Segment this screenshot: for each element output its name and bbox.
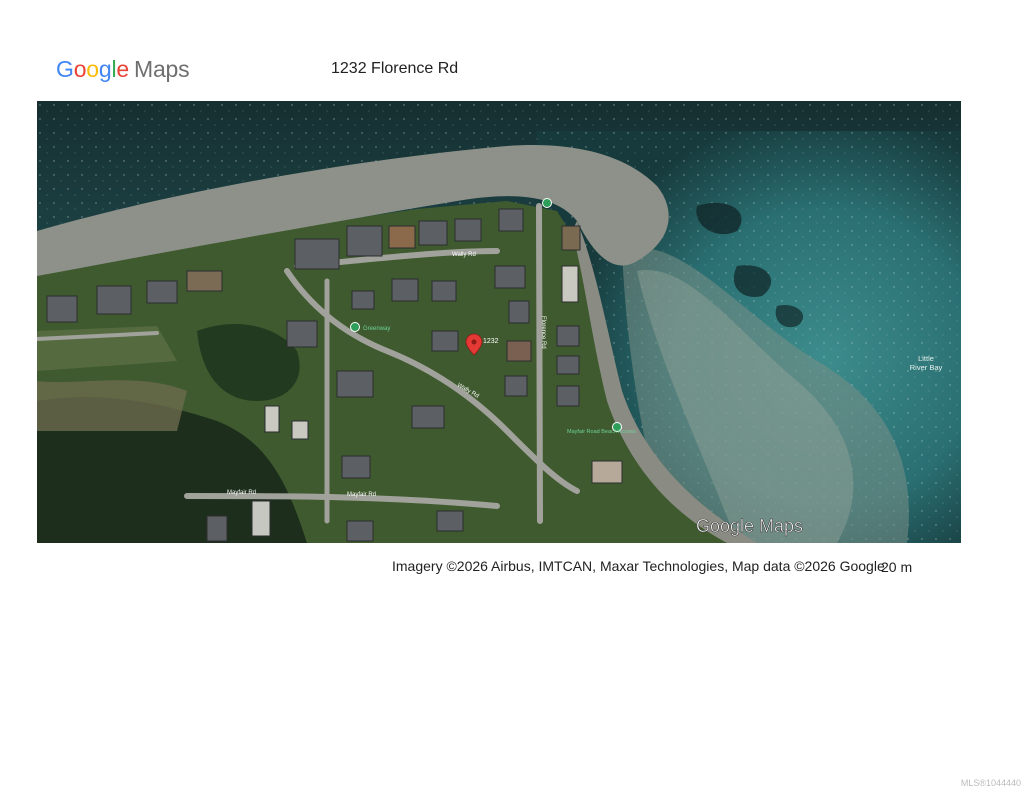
house [251, 500, 271, 537]
water-label-line2: River Bay [910, 363, 943, 372]
pin-dot [471, 339, 477, 345]
house [556, 385, 580, 407]
address-title: 1232 Florence Rd [331, 60, 459, 77]
water-label-line1: Little [918, 354, 934, 363]
house [561, 225, 581, 251]
house [431, 330, 459, 352]
house [294, 238, 340, 270]
house [96, 285, 132, 315]
house [186, 270, 223, 292]
house [341, 455, 371, 479]
logo-letter: o [86, 56, 99, 82]
logo-letter: g [98, 56, 112, 82]
house [431, 280, 457, 302]
road-label-florence: Florence Rd [540, 316, 546, 349]
logo-letter: G [56, 56, 74, 82]
satellite-imagery: Wally Rd Wally Rd Florence Rd Mayfair Rd… [37, 101, 961, 543]
house [454, 218, 482, 242]
house [556, 325, 580, 347]
house [146, 280, 178, 304]
house [391, 278, 419, 302]
park-icon [350, 322, 360, 332]
house [591, 460, 623, 484]
house [291, 420, 309, 440]
house [46, 295, 78, 323]
house [436, 510, 464, 532]
logo-letter: e [116, 56, 129, 82]
google-wordmark: Google [56, 56, 129, 82]
park-icon[interactable] [542, 198, 552, 208]
map-attribution: Imagery ©2026 Airbus, IMTCAN, Maxar Tech… [392, 558, 885, 574]
house [206, 515, 228, 542]
clearing [37, 380, 187, 431]
house [351, 290, 375, 310]
road-label-mayfair-left: Mayfair Rd [227, 490, 256, 496]
google-maps-watermark: Google Maps [696, 516, 803, 536]
pin-label: 1232 [483, 338, 499, 345]
house [388, 225, 416, 249]
house [346, 225, 383, 257]
mls-watermark: MLS®1044440 [960, 778, 1021, 788]
house [556, 355, 580, 375]
house [506, 340, 532, 362]
house [561, 265, 579, 303]
house [504, 375, 528, 397]
logo-letter: o [73, 56, 87, 82]
satellite-map[interactable]: Wally Rd Wally Rd Florence Rd Mayfair Rd… [37, 101, 961, 543]
house [411, 405, 445, 429]
florence-road [536, 203, 543, 524]
maps-wordmark: Maps [134, 56, 190, 82]
house [264, 405, 280, 433]
road-label-wally: Wally Rd [452, 252, 476, 258]
google-maps-logo: Google Maps [56, 56, 190, 83]
house [336, 370, 374, 398]
poi-label-beach-access: Mayfair Road Beach Access [567, 429, 636, 435]
scale-label: 20 m [881, 559, 913, 575]
house [418, 220, 448, 246]
house [346, 520, 374, 542]
house [286, 320, 318, 348]
poi-label-greenway: Greenway [363, 326, 390, 332]
road-label-mayfair-right: Mayfair Rd [347, 492, 376, 498]
house [494, 265, 526, 289]
house [498, 208, 524, 232]
house [508, 300, 530, 324]
